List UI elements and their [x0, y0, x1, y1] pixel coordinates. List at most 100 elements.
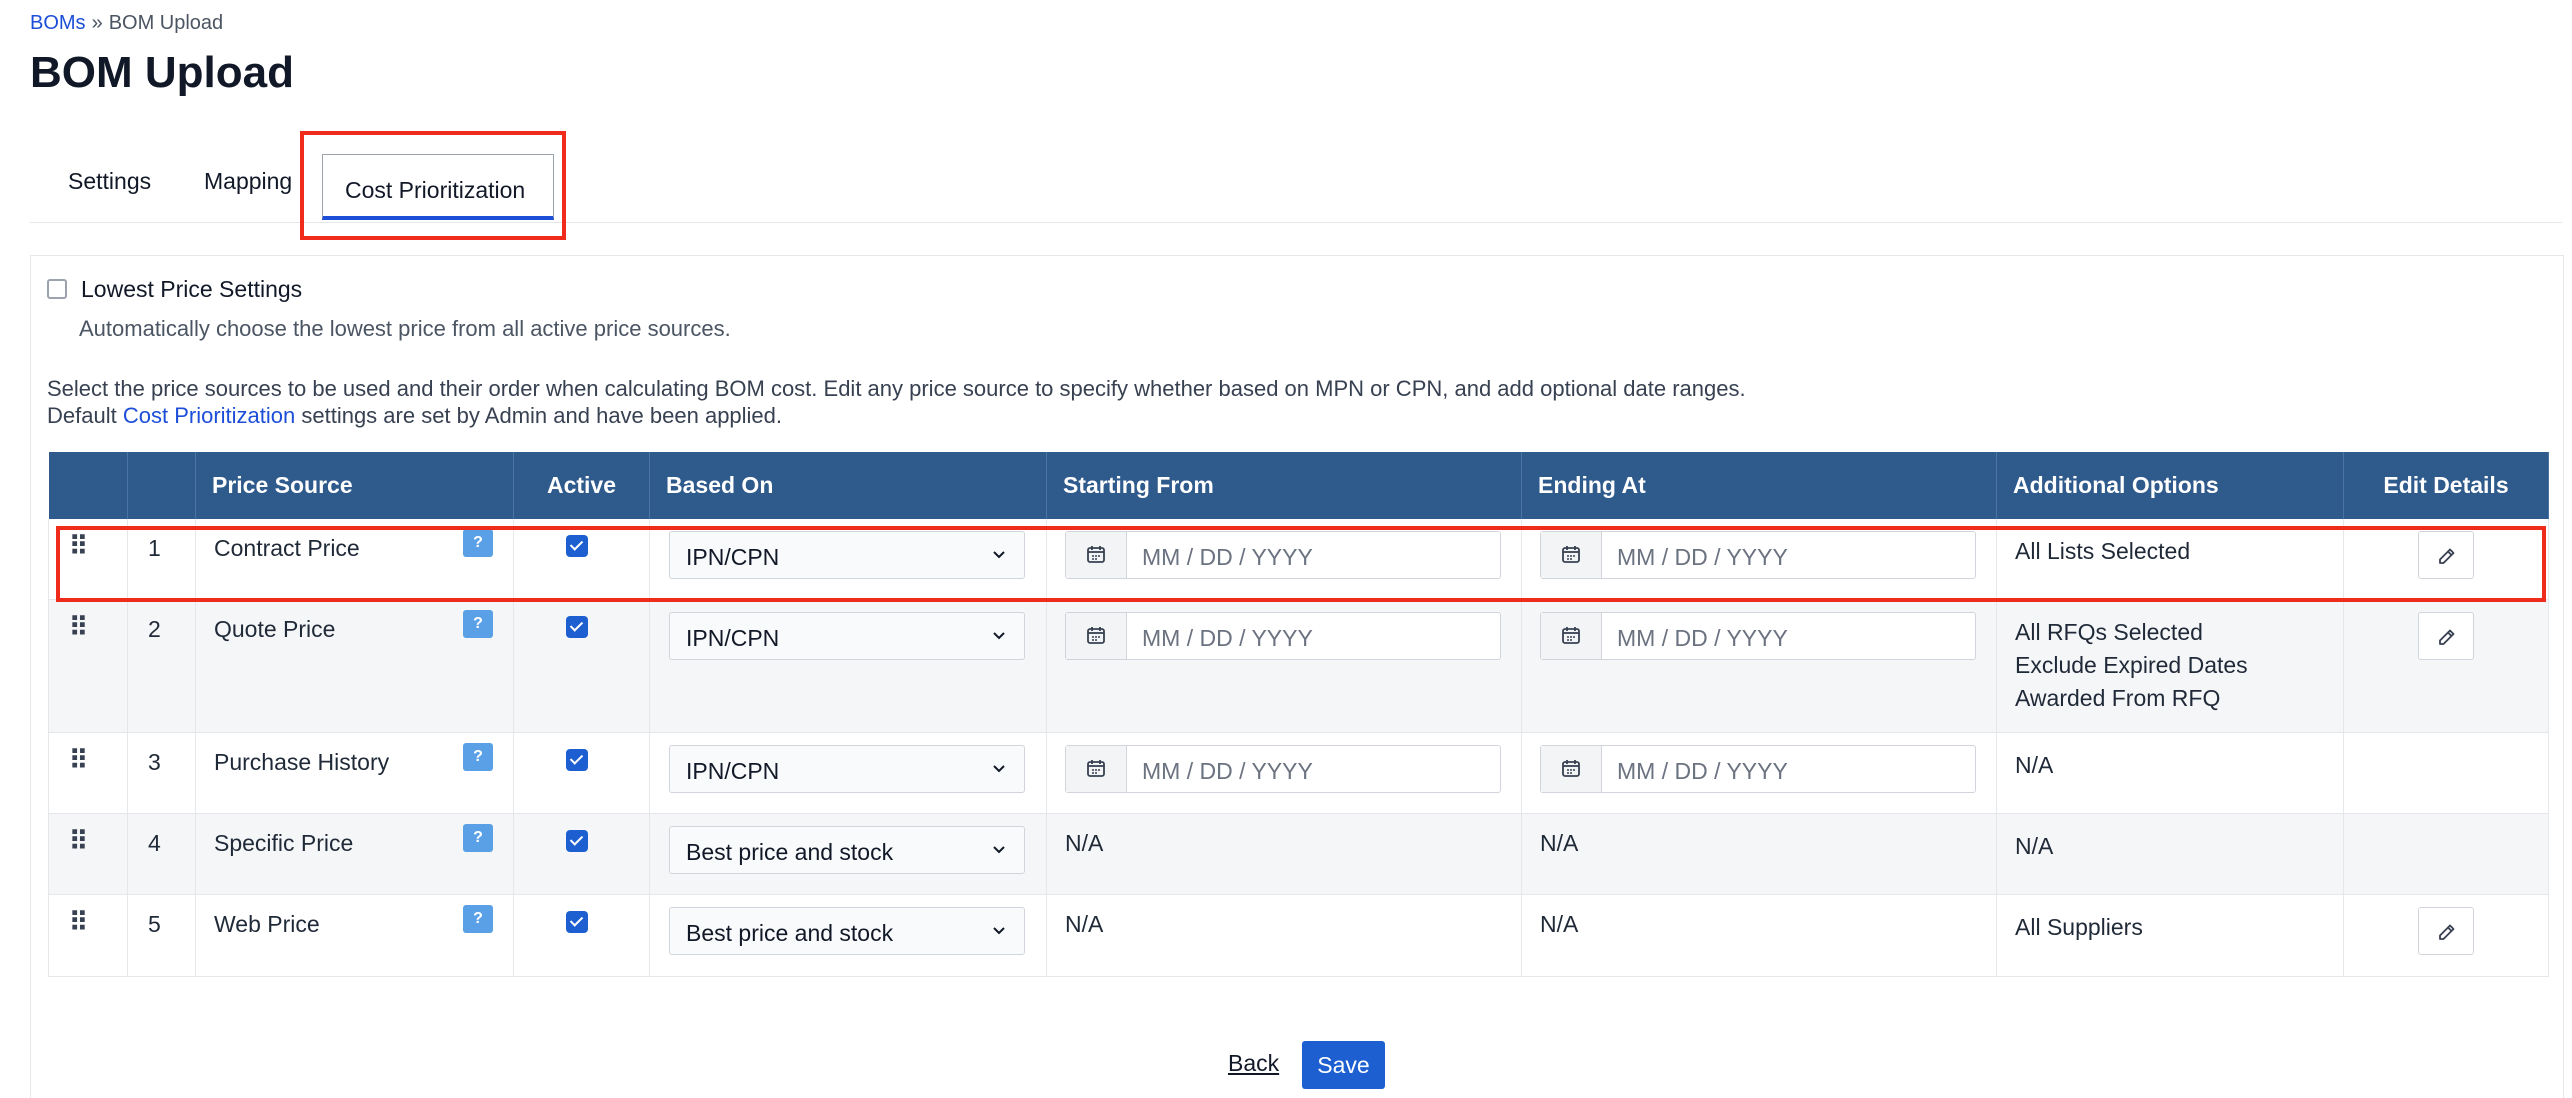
chevron-down-icon — [993, 846, 1005, 854]
tab-settings[interactable]: Settings — [68, 168, 151, 195]
drag-handle-icon[interactable]: ⠿ — [69, 909, 88, 935]
lowest-price-description: Automatically choose the lowest price fr… — [79, 316, 731, 341]
instructions-line-2: Default Cost Prioritization settings are… — [47, 402, 1746, 429]
header-starting-from: Starting From — [1046, 452, 1522, 519]
start-date-placeholder: MM / DD / YYYY — [1142, 625, 1313, 651]
based-on-value: Best price and stock — [686, 839, 894, 865]
based-on-value: IPN/CPN — [686, 544, 780, 570]
order-cell: 1 — [127, 519, 196, 600]
based-on-select[interactable]: IPN/CPN — [669, 745, 1025, 793]
pencil-icon — [2439, 924, 2455, 940]
save-button[interactable]: Save — [1302, 1041, 1385, 1089]
calendar-icon — [1066, 613, 1127, 659]
end-date-input[interactable]: MM / DD / YYYY — [1540, 531, 1976, 579]
active-checkbox[interactable] — [566, 535, 588, 557]
help-icon[interactable]: ? — [463, 824, 493, 852]
tab-cost-prioritization-label: Cost Prioritization — [345, 177, 526, 203]
active-checkbox[interactable] — [566, 749, 588, 771]
active-checkbox[interactable] — [566, 830, 588, 852]
drag-handle-icon[interactable]: ⠿ — [69, 614, 88, 640]
edit-details-button[interactable] — [2418, 612, 2474, 660]
start-date-value: N/A — [1065, 911, 1104, 937]
tab-bar: Settings Mapping Cost Prioritization — [30, 140, 2562, 223]
calendar-icon — [1541, 613, 1602, 659]
edit-cell — [2343, 519, 2549, 600]
based-on-cell: IPN/CPN — [649, 519, 1047, 600]
source-cell: Purchase History? — [195, 732, 514, 814]
row-number: 4 — [148, 830, 161, 856]
edit-cell — [2343, 813, 2549, 895]
breadcrumb-separator: » — [91, 12, 103, 34]
additional-option: N/A — [2015, 752, 2054, 778]
back-link[interactable]: Back — [1228, 1050, 1279, 1077]
drag-cell: ⠿ — [48, 732, 128, 814]
lowest-price-checkbox[interactable] — [47, 279, 67, 299]
additional-options-list: All RFQs Selected Exclude Expired Dates Aw… — [1997, 600, 2343, 715]
end-date-placeholder: MM / DD / YYYY — [1617, 544, 1788, 570]
drag-handle-icon[interactable]: ⠿ — [69, 747, 88, 773]
start-date-input[interactable]: MM / DD / YYYY — [1065, 531, 1501, 579]
edit-details-button[interactable] — [2418, 907, 2474, 955]
chevron-down-icon — [993, 551, 1005, 559]
edit-details-button[interactable] — [2418, 531, 2474, 579]
end-date-cell: N/A — [1521, 894, 1997, 977]
edit-cell — [2343, 732, 2549, 814]
drag-cell: ⠿ — [48, 894, 128, 977]
calendar-icon — [1541, 532, 1602, 578]
active-cell — [513, 894, 650, 977]
end-date-placeholder: MM / DD / YYYY — [1617, 758, 1788, 784]
help-icon[interactable]: ? — [463, 905, 493, 933]
end-date-placeholder: MM / DD / YYYY — [1617, 625, 1788, 651]
based-on-select[interactable]: Best price and stock — [669, 826, 1025, 874]
header-additional-options: Additional Options — [1996, 452, 2344, 519]
based-on-select[interactable]: IPN/CPN — [669, 612, 1025, 660]
active-cell — [513, 732, 650, 814]
help-icon[interactable]: ? — [463, 610, 493, 638]
end-date-cell: MM / DD / YYYY — [1521, 599, 1997, 733]
header-active: Active — [513, 452, 650, 519]
start-date-cell: MM / DD / YYYY — [1046, 599, 1522, 733]
chevron-down-icon — [993, 765, 1005, 773]
header-drag — [48, 452, 128, 519]
breadcrumb: BOMs» BOM Upload — [30, 12, 223, 35]
options-cell: N/A — [1996, 732, 2344, 814]
active-checkbox[interactable] — [566, 911, 588, 933]
start-date-placeholder: MM / DD / YYYY — [1142, 758, 1313, 784]
end-date-cell: N/A — [1521, 813, 1997, 895]
additional-option: Awarded From RFQ — [2015, 685, 2221, 711]
options-cell: All Lists Selected — [1996, 519, 2344, 600]
order-cell: 5 — [127, 894, 196, 977]
drag-handle-icon[interactable]: ⠿ — [69, 828, 88, 854]
edit-cell — [2343, 894, 2549, 977]
end-date-input[interactable]: MM / DD / YYYY — [1540, 745, 1976, 793]
source-cell: Contract Price? — [195, 519, 514, 600]
based-on-select[interactable]: Best price and stock — [669, 907, 1025, 955]
additional-option: All Suppliers — [2015, 914, 2143, 940]
end-date-input[interactable]: MM / DD / YYYY — [1540, 612, 1976, 660]
tab-mapping[interactable]: Mapping — [204, 168, 292, 195]
order-cell: 4 — [127, 813, 196, 895]
drag-handle-icon[interactable]: ⠿ — [69, 533, 88, 559]
help-icon[interactable]: ? — [463, 529, 493, 557]
table-row: ⠿ 1 Contract Price? IPN/CPN MM / DD / YY… — [48, 519, 2549, 600]
cost-prioritization-link[interactable]: Cost Prioritization — [123, 403, 295, 428]
options-cell: All RFQs Selected Exclude Expired Dates Aw… — [1996, 599, 2344, 733]
active-checkbox[interactable] — [566, 616, 588, 638]
help-icon[interactable]: ? — [463, 743, 493, 771]
options-cell: N/A — [1996, 813, 2344, 895]
chevron-down-icon — [993, 927, 1005, 935]
table-header-row: Price Source Active Based On Starting Fr… — [48, 452, 2549, 519]
breadcrumb-boms-link[interactable]: BOMs — [30, 12, 86, 34]
tab-cost-prioritization[interactable]: Cost Prioritization — [322, 154, 554, 220]
based-on-cell: Best price and stock — [649, 813, 1047, 895]
table-row: ⠿ 5 Web Price? Best price and stock N/A … — [48, 894, 2549, 977]
edit-cell — [2343, 599, 2549, 733]
header-price-source: Price Source — [195, 452, 514, 519]
page-title: BOM Upload — [30, 48, 294, 97]
based-on-select[interactable]: IPN/CPN — [669, 531, 1025, 579]
start-date-input[interactable]: MM / DD / YYYY — [1065, 745, 1501, 793]
based-on-value: Best price and stock — [686, 920, 894, 946]
header-based-on: Based On — [649, 452, 1047, 519]
active-cell — [513, 519, 650, 600]
start-date-input[interactable]: MM / DD / YYYY — [1065, 612, 1501, 660]
